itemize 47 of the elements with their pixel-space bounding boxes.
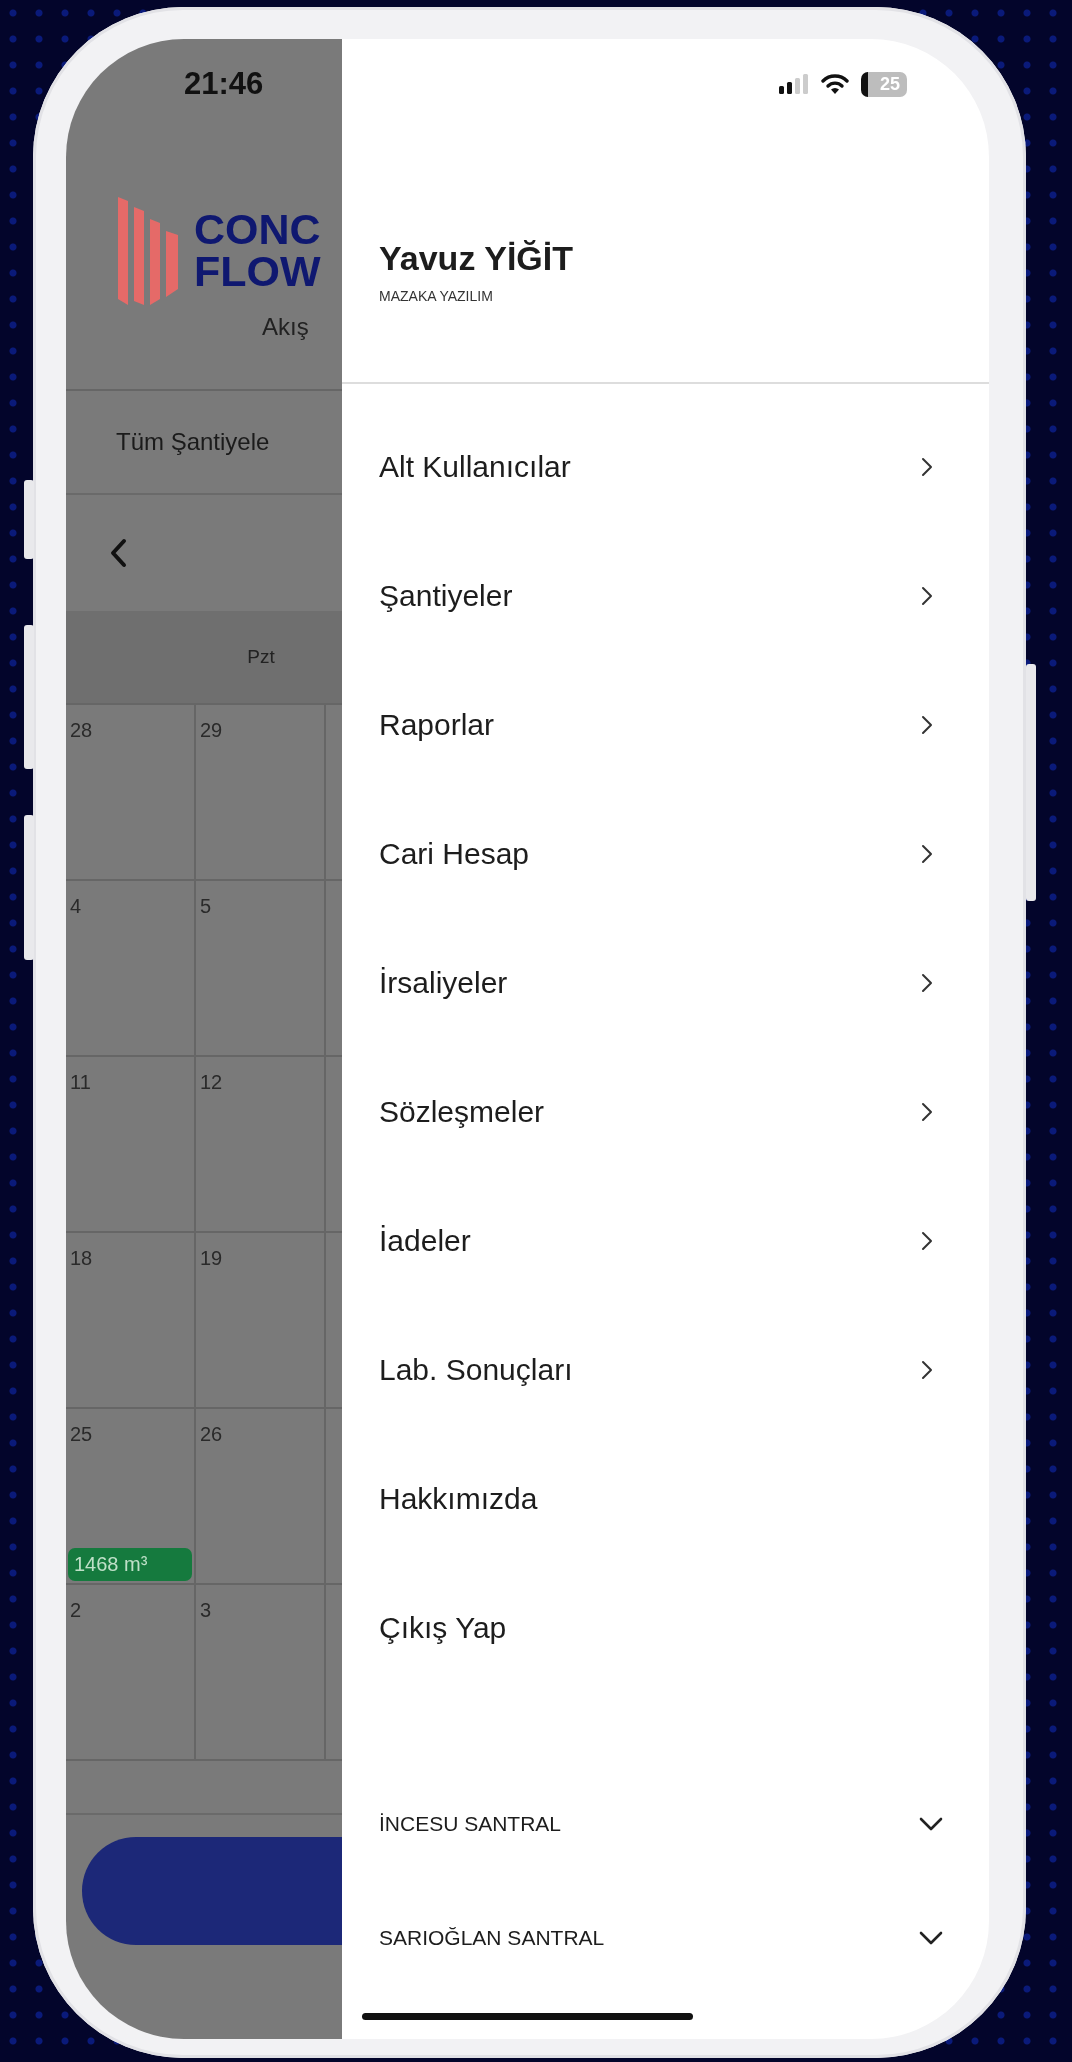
menu-row[interactable]: Raporlar (342, 660, 989, 789)
chevron-right-icon (921, 972, 933, 993)
chevron-right-icon (921, 456, 933, 477)
back-chevron-icon[interactable] (109, 538, 127, 568)
logo-text: CONC (194, 208, 321, 250)
calendar-day-cell[interactable]: 3 (196, 1585, 326, 1759)
battery-level: 25 (860, 71, 907, 97)
menu-row[interactable]: Hakkımızda (342, 1434, 989, 1563)
chevron-right-icon (921, 843, 933, 864)
calendar-day-cell[interactable]: 28 (66, 705, 196, 879)
calendar-day-cell[interactable]: 5 (196, 881, 326, 1055)
plant-section-header[interactable]: İNCESU SANTRAL (379, 1812, 562, 1836)
chevron-right-icon (921, 1101, 933, 1122)
chevron-right-icon (921, 714, 933, 735)
menu-row[interactable]: İadeler (342, 1176, 989, 1305)
user-name: Yavuz YİĞİT (379, 239, 574, 278)
app-subtitle: Akış (262, 313, 310, 341)
signal-icon (778, 74, 809, 94)
plant-section-header[interactable]: SARIOĞLAN SANTRAL (379, 1926, 605, 1950)
calendar-day-cell[interactable]: 25 1468 m³ (66, 1409, 196, 1583)
company-name: MAZAKA YAZILIM (379, 288, 494, 304)
calendar-day-cell[interactable]: 2 (66, 1585, 196, 1759)
logo-text: FLOW (194, 250, 321, 292)
menu-row[interactable]: Cari Hesap (342, 789, 989, 918)
menu-row[interactable]: İrsaliyeler (342, 918, 989, 1047)
menu-row[interactable]: Şantiyeler (342, 531, 989, 660)
site-filter[interactable]: Tüm Şantiyele (116, 428, 270, 456)
calendar-day-cell[interactable]: 12 (196, 1057, 326, 1231)
calendar-day-cell[interactable]: 4 (66, 881, 196, 1055)
calendar-day-cell[interactable]: 18 (66, 1233, 196, 1407)
chevron-right-icon (921, 1359, 933, 1380)
chevron-right-icon (921, 1230, 933, 1251)
menu-row[interactable]: Alt Kullanıcılar (342, 402, 989, 531)
menu-row[interactable]: Çıkış Yap (342, 1563, 989, 1692)
chevron-right-icon (921, 585, 933, 606)
wifi-icon (820, 73, 849, 95)
calendar-day-cell[interactable]: 19 (196, 1233, 326, 1407)
volume-badge: 1468 m³ (68, 1548, 192, 1581)
calendar-day-cell[interactable]: 11 (66, 1057, 196, 1231)
calendar-day-cell[interactable]: 29 (196, 705, 326, 879)
menu-row[interactable]: Lab. Sonuçları (342, 1305, 989, 1434)
menu-row[interactable]: Sözleşmeler (342, 1047, 989, 1176)
chevron-down-icon[interactable] (919, 1817, 943, 1831)
status-time: 21:46 (184, 66, 264, 102)
weekday-label: Pzt (246, 646, 276, 668)
chevron-down-icon[interactable] (919, 1931, 943, 1945)
calendar-day-cell[interactable]: 26 (196, 1409, 326, 1583)
